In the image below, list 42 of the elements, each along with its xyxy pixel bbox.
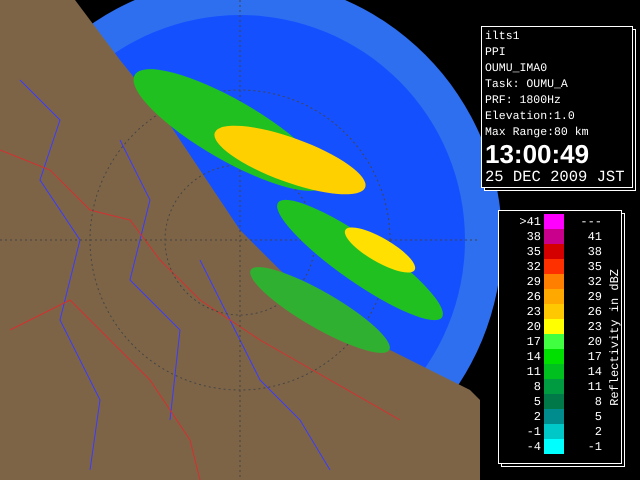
legend-label: 14 xyxy=(526,350,542,364)
legend-label: 29 xyxy=(586,290,603,304)
info-text: PRF: 1800Hz xyxy=(485,93,562,109)
legend-label: >41 xyxy=(518,214,542,228)
info-text: OUMU_IMA0 xyxy=(485,61,548,77)
legend-label: 35 xyxy=(526,244,542,258)
legend-label: 8 xyxy=(532,380,542,394)
legend-label: 26 xyxy=(526,290,542,304)
legend-label: 41 xyxy=(586,230,603,244)
legend-label: 32 xyxy=(586,274,603,288)
legend-label: 2 xyxy=(594,424,603,438)
legend-label: 11 xyxy=(526,364,542,378)
legend-label: 38 xyxy=(526,230,542,244)
legend-label: 8 xyxy=(594,394,603,408)
info-text: PPI xyxy=(485,45,507,61)
legend-label: 20 xyxy=(526,320,542,334)
legend-label: -4 xyxy=(526,440,542,454)
legend-label: 32 xyxy=(526,260,542,274)
info-text: Task: OUMU_A xyxy=(485,77,569,93)
info-text: ilts1 xyxy=(485,29,521,45)
legend-label: 11 xyxy=(586,380,603,394)
legend-label: 20 xyxy=(586,334,603,348)
legend-label: 5 xyxy=(594,410,603,424)
legend-label: -1 xyxy=(586,440,603,454)
info-text: Max Range:80 km xyxy=(485,125,590,141)
legend-label: 17 xyxy=(586,350,603,364)
legend-label: -1 xyxy=(526,424,542,438)
legend-label: --- xyxy=(579,214,603,228)
legend-label: 23 xyxy=(526,304,542,318)
legend-label: 23 xyxy=(586,320,603,334)
legend-label: 2 xyxy=(532,410,542,424)
legend-label: 5 xyxy=(532,394,542,408)
date-text: 25 DEC 2009 JST xyxy=(485,167,625,187)
info-text: Elevation:1.0 xyxy=(485,109,576,125)
legend-label: 35 xyxy=(586,260,603,274)
legend-label: 38 xyxy=(586,244,603,258)
legend-label: 17 xyxy=(526,334,542,348)
legend-label: 29 xyxy=(526,274,542,288)
legend-label: 26 xyxy=(586,304,603,318)
time-text: 13:00:49 xyxy=(485,141,590,167)
legend-label: 14 xyxy=(586,364,603,378)
legend-title: Reflectivity in dBZ xyxy=(608,268,622,406)
